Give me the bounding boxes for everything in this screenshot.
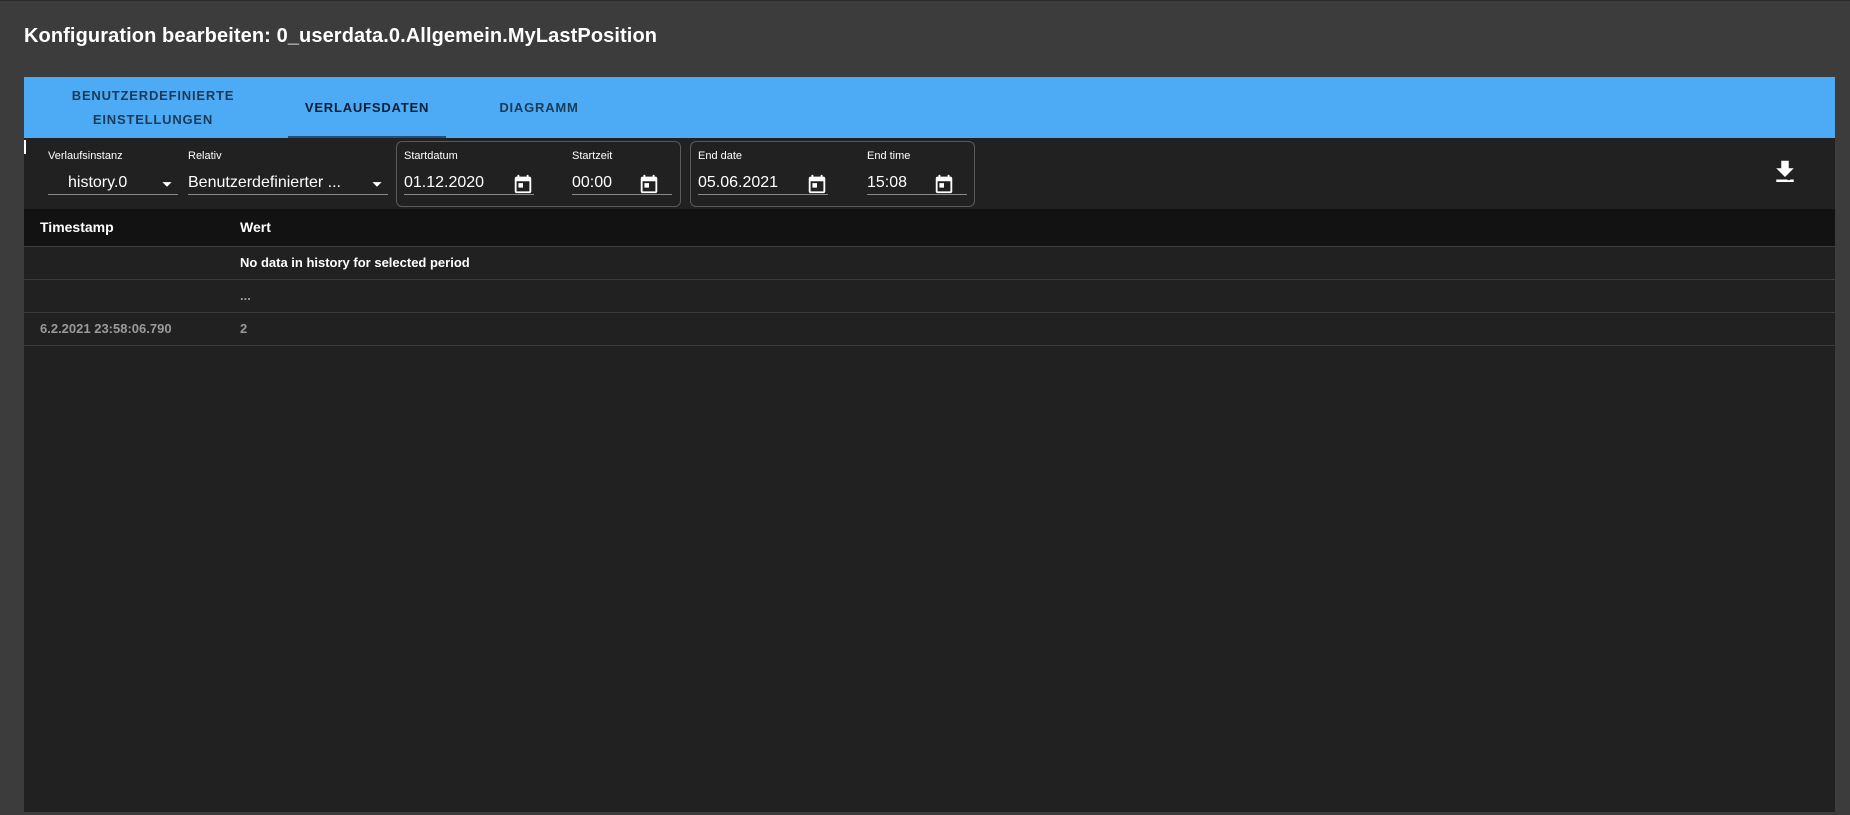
column-header-value[interactable]: Wert — [240, 209, 271, 246]
dialog-title: Konfiguration bearbeiten: 0_userdata.0.A… — [24, 25, 658, 47]
end-time-field[interactable]: End time 15:08 — [867, 150, 967, 195]
table-row: 6.2.2021 23:58:06.790 2 — [24, 313, 1835, 346]
tab-history-data[interactable]: VERLAUFSDATEN — [288, 77, 446, 138]
value-cell: 2 — [240, 321, 248, 336]
timestamp-cell: 6.2.2021 23:58:06.790 — [40, 321, 172, 336]
calendar-icon[interactable] — [806, 173, 828, 195]
dialog-content-panel: BENUTZERDEFINIERTE EINSTELLUNGEN VERLAUF… — [24, 77, 1835, 812]
table-row: ... — [24, 280, 1835, 313]
column-header-timestamp[interactable]: Timestamp — [40, 209, 114, 246]
tab-bar: BENUTZERDEFINIERTE EINSTELLUNGEN VERLAUF… — [24, 77, 1835, 138]
tab-custom-settings[interactable]: BENUTZERDEFINIERTE EINSTELLUNGEN — [24, 77, 282, 138]
start-time-field[interactable]: Startzeit 00:00 — [572, 150, 672, 195]
download-icon[interactable] — [1770, 157, 1800, 187]
history-instance-select[interactable]: Verlaufsinstanz history.0 — [48, 150, 178, 195]
value-cell: ... — [240, 288, 251, 303]
history-table-header: Timestamp Wert — [24, 209, 1835, 247]
value-cell: No data in history for selected period — [240, 255, 470, 270]
table-row: No data in history for selected period — [24, 247, 1835, 280]
arrow-drop-down-icon — [162, 182, 172, 187]
tab-diagram[interactable]: DIAGRAMM — [474, 77, 604, 138]
edit-config-dialog: Konfiguration bearbeiten: 0_userdata.0.A… — [0, 0, 1850, 815]
calendar-icon[interactable] — [933, 173, 955, 195]
relative-range-select[interactable]: Relativ Benutzerdefinierter ... — [188, 150, 388, 195]
calendar-icon[interactable] — [638, 173, 660, 195]
start-date-field[interactable]: Startdatum 01.12.2020 — [404, 150, 534, 195]
arrow-drop-down-icon — [372, 182, 382, 187]
end-date-field[interactable]: End date 05.06.2021 — [698, 150, 828, 195]
calendar-icon[interactable] — [512, 173, 534, 195]
